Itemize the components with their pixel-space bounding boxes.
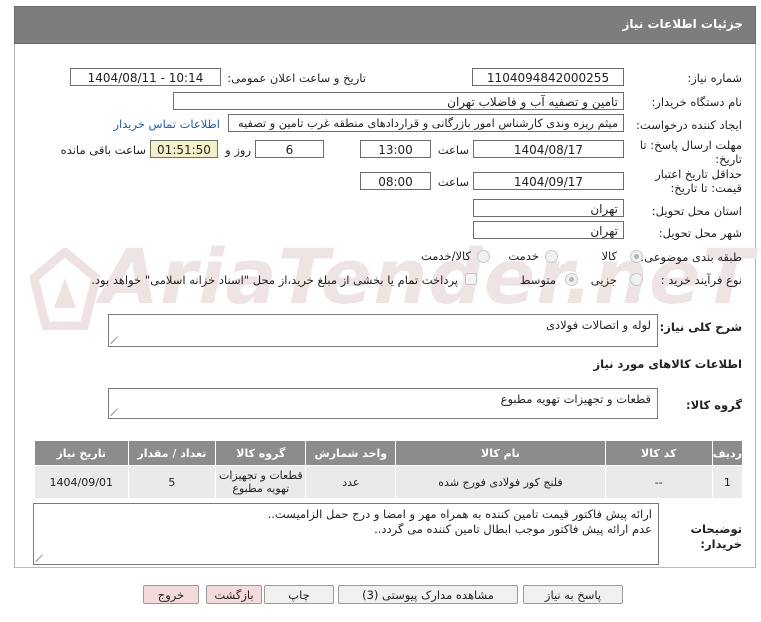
city-label: شهر محل تحویل: [658, 226, 742, 240]
announce-label: تاریخ و ساعت اعلان عمومی: [227, 71, 366, 85]
goods-section-title: اطلاعات کالاهای مورد نیاز [593, 357, 742, 371]
province-field: تهران [473, 199, 624, 217]
table-header-row: ردیف کد کالا نام کالا واحد شمارش گروه کا… [34, 440, 744, 466]
goods-group-textarea[interactable]: قطعات و تجهیزات تهویه مطبوع [108, 388, 658, 419]
col-header-need-date: تاریخ نیاز [34, 440, 129, 466]
time-remaining-field: 01:51:50 [150, 140, 218, 158]
notes-line-1: ارائه پیش فاکتور قیمت تامین کننده به همر… [267, 507, 652, 521]
col-header-item-code: کد کالا [604, 440, 713, 466]
province-label: استان محل تحویل: [651, 204, 742, 218]
resize-grip-icon[interactable] [36, 554, 44, 562]
col-header-quantity: تعداد / مقدار [127, 440, 217, 466]
process-option-minor: جزیی [590, 273, 617, 287]
goods-group-text: قطعات و تجهیزات تهویه مطبوع [500, 392, 651, 406]
category-label: طبقه بندی موضوعی: [640, 250, 742, 264]
col-header-item-name: نام کالا [395, 440, 606, 466]
deadline-time-label: ساعت [437, 143, 469, 157]
cell-item-name: فلنج کور فولادی فورج شده [395, 465, 606, 499]
treasury-payment-note: پرداخت تمام یا بخشی از مبلغ خرید،از محل … [91, 273, 458, 287]
exit-button[interactable]: خروج [143, 585, 199, 604]
page-title: جزئیات اطلاعات نیاز [622, 17, 743, 31]
validity-label-date: قیمت: تا تاریخ: [670, 181, 742, 195]
deadline-date-field: 1404/08/17 [473, 140, 624, 158]
view-attachments-button[interactable]: مشاهده مدارک پیوستی (3) [338, 585, 518, 604]
cell-item-code: -- [604, 465, 713, 499]
buyer-org-field: تامین و تصفیه آب و فاضلاب تهران [173, 92, 624, 110]
cell-goods-group: قطعات و تجهیزات تهویه مطبوع [215, 465, 307, 499]
need-number-label: شماره نیاز: [687, 71, 742, 85]
deadline-label-date: تاریخ: [715, 152, 742, 166]
deadline-time-field: 13:00 [360, 140, 431, 158]
requester-label: ایجاد کننده درخواست: [636, 118, 742, 132]
treasury-payment-checkbox[interactable] [465, 273, 477, 285]
process-radio-medium[interactable] [565, 273, 578, 286]
buyer-org-label: نام دستگاه خریدار: [651, 95, 742, 109]
validity-time-field: 08:00 [360, 172, 431, 190]
category-option-goods-service: کالا/خدمت [420, 249, 471, 263]
need-number-field: 1104094842000255 [472, 68, 624, 86]
summary-label: شرح کلی نیاز: [659, 320, 742, 334]
process-option-medium: متوسط [519, 273, 556, 287]
validity-label: حداقل تاریخ اعتبار [655, 167, 742, 181]
notes-label: توضیحات [690, 522, 743, 536]
requester-field: میثم ریزه وندی کارشناس امور بازرگانی و ق… [228, 114, 624, 132]
reply-button[interactable]: پاسخ به نیاز [523, 585, 623, 604]
validity-date-field: 1404/09/17 [473, 172, 624, 190]
process-label: نوع فرآیند خرید : [660, 273, 742, 287]
table-row: 1 -- فلنج کور فولادی فورج شده عدد قطعات … [34, 465, 744, 499]
notes-line-2: عدم ارائه پیش فاکتور موجب ابطال تامین کن… [374, 522, 652, 536]
panel-header: جزئیات اطلاعات نیاز [14, 6, 756, 44]
col-header-goods-group: گروه کالا [215, 440, 307, 466]
cell-row-number: 1 [711, 465, 744, 499]
days-remaining-field: 6 [255, 140, 324, 158]
category-radio-service[interactable] [545, 250, 558, 263]
cell-need-date: 1404/09/01 [34, 465, 129, 499]
notes-label-buyer: خریدار: [700, 537, 742, 551]
resize-grip-icon[interactable] [111, 408, 119, 416]
notes-textarea[interactable]: ارائه پیش فاکتور قیمت تامین کننده به همر… [33, 503, 659, 565]
category-radio-goods-service[interactable] [477, 250, 490, 263]
print-button[interactable]: چاپ [264, 585, 334, 604]
buyer-contact-link[interactable]: اطلاعات تماس خریدار [113, 117, 220, 131]
col-header-unit: واحد شمارش [305, 440, 397, 466]
category-radio-goods[interactable] [630, 250, 643, 263]
city-field: تهران [473, 221, 624, 239]
category-option-service: خدمت [508, 249, 539, 263]
announce-datetime-field: 1404/08/11 - 10:14 [70, 68, 221, 86]
cell-unit: عدد [305, 465, 397, 499]
category-option-goods: کالا [601, 249, 617, 263]
items-table: ردیف کد کالا نام کالا واحد شمارش گروه کا… [34, 440, 744, 499]
back-button[interactable]: بازگشت [206, 585, 262, 604]
resize-grip-icon[interactable] [111, 336, 119, 344]
validity-time-label: ساعت [437, 175, 469, 189]
col-header-row-number: ردیف [711, 440, 744, 466]
cell-quantity: 5 [127, 465, 217, 499]
goods-group-label: گروه کالا: [686, 398, 742, 412]
summary-textarea[interactable]: لوله و اتصالات فولادی [108, 314, 658, 347]
time-remaining-label: ساعت باقی مانده [60, 143, 146, 157]
process-radio-minor[interactable] [630, 273, 643, 286]
days-label: روز و [225, 143, 251, 157]
watermark-logo-icon [30, 248, 100, 330]
summary-text: لوله و اتصالات فولادی [545, 318, 651, 332]
deadline-label: مهلت ارسال پاسخ: تا [639, 138, 742, 152]
